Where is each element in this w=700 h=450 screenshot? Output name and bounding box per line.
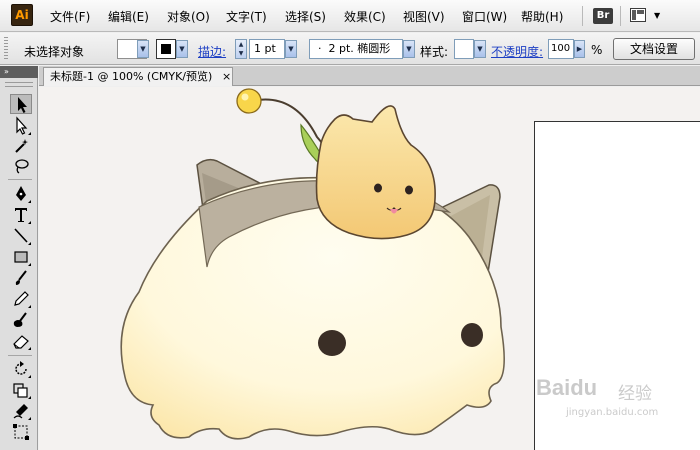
style-label: 样式: — [420, 45, 449, 59]
antenna-bulb — [236, 88, 262, 114]
opacity-arrow-button[interactable]: ▶ — [574, 40, 585, 58]
stroke-dropdown[interactable]: ▼ — [176, 40, 188, 58]
document-tab[interactable]: 未标题-1 @ 100% (CMYK/预览) × — [43, 67, 233, 86]
pen-icon[interactable] — [10, 184, 32, 204]
small-cat — [315, 105, 436, 240]
bridge-button[interactable]: Br — [593, 8, 613, 24]
blob-brush-icon[interactable] — [10, 310, 32, 330]
rectangle-icon[interactable] — [10, 247, 32, 267]
brush-dropdown[interactable]: ▼ — [403, 40, 415, 58]
menu-separator — [620, 6, 621, 26]
menu-separator — [582, 6, 583, 26]
tool-flyout-icon — [28, 263, 31, 266]
chevron-down-icon[interactable]: ▼ — [654, 11, 660, 20]
menu-window[interactable]: 窗口(W) — [462, 8, 507, 25]
menu-object[interactable]: 对象(O) — [167, 8, 210, 25]
tools-panel-collapse[interactable]: » — [0, 66, 38, 78]
stroke-weight-field[interactable]: 1 pt — [249, 39, 285, 59]
magic-wand-icon[interactable] — [10, 136, 32, 156]
opacity-field[interactable]: 100 — [548, 39, 574, 59]
creature-body — [120, 176, 505, 440]
rotate-icon[interactable] — [10, 359, 32, 379]
graphic-style-swatch[interactable] — [454, 39, 474, 59]
arrange-documents-icon[interactable] — [630, 8, 646, 22]
tools-panel-grip[interactable] — [5, 82, 33, 87]
tool-flyout-icon — [28, 347, 31, 350]
close-icon[interactable]: × — [222, 68, 231, 86]
document-setup-button[interactable]: 文档设置 — [613, 38, 695, 60]
menu-view[interactable]: 视图(V) — [403, 8, 445, 25]
fill-dropdown[interactable]: ▼ — [137, 40, 149, 58]
tools-panel: » — [0, 66, 38, 450]
tool-flyout-icon — [28, 242, 31, 245]
canvas[interactable]: Baidu 经验 jingyan.baidu.com — [39, 87, 700, 450]
watermark-url: jingyan.baidu.com — [566, 407, 659, 418]
stroke-weight-dropdown[interactable]: ▼ — [285, 40, 297, 58]
selection-status: 未选择对象 — [24, 45, 85, 59]
stroke-color-swatch[interactable] — [156, 39, 176, 59]
document-tab-strip: 未标题-1 @ 100% (CMYK/预览) × — [39, 66, 700, 86]
menu-effect[interactable]: 效果(C) — [344, 8, 386, 25]
panel-grip[interactable] — [4, 37, 8, 61]
menu-edit[interactable]: 编辑(E) — [108, 8, 149, 25]
tool-flyout-icon — [28, 396, 31, 399]
tool-flyout-icon — [28, 132, 31, 135]
selection-tool-icon[interactable] — [10, 94, 32, 114]
cat-right-eye — [405, 185, 413, 195]
cat-left-eye — [374, 183, 382, 193]
tool-flyout-icon — [28, 200, 31, 203]
lasso-icon[interactable] — [10, 156, 32, 176]
paintbrush-icon[interactable] — [10, 268, 32, 288]
tool-flyout-icon — [28, 375, 31, 378]
watermark-brand: Baidu — [536, 375, 598, 400]
opacity-unit: % — [591, 43, 603, 57]
free-transform-icon[interactable] — [10, 422, 32, 442]
tool-flyout-icon — [28, 417, 31, 420]
menu-bar: Ai 文件(F) 编辑(E) 对象(O) 文字(T) 选择(S) 效果(C) 视… — [0, 0, 700, 32]
stroke-link[interactable]: 描边: — [198, 43, 226, 60]
tool-flyout-icon — [28, 221, 31, 224]
line-icon[interactable] — [10, 226, 32, 246]
brush-dot-icon: · — [318, 42, 322, 55]
watermark-brand-cn: 经验 — [618, 384, 652, 404]
left-eye — [318, 330, 346, 356]
tool-separator — [8, 179, 32, 180]
brush-definition-label: 2 pt. 椭圆形 — [328, 42, 391, 55]
tool-flyout-icon — [28, 305, 31, 308]
document-tab-title: 未标题-1 @ 100% (CMYK/预览) — [50, 70, 213, 83]
brush-definition-field[interactable]: · 2 pt. 椭圆形 — [309, 39, 403, 59]
baidu-watermark: Baidu 经验 jingyan.baidu.com — [536, 373, 700, 433]
antenna-highlight — [241, 93, 249, 101]
right-eye — [461, 323, 483, 347]
type-icon[interactable] — [10, 205, 32, 225]
menu-file[interactable]: 文件(F) — [50, 8, 90, 25]
illustrator-logo: Ai — [11, 4, 33, 26]
warp-icon[interactable] — [10, 401, 32, 421]
eraser-icon[interactable] — [10, 331, 32, 351]
stroke-weight-spinner[interactable]: ▲ ▼ — [235, 39, 247, 59]
tool-separator — [8, 355, 32, 356]
style-dropdown[interactable]: ▼ — [474, 40, 486, 58]
control-bar: 未选择对象 ▼ ▼ 描边: ▲ ▼ 1 pt ▼ · 2 pt. 椭圆形 ▼ 样式… — [0, 33, 700, 65]
direct-selection-icon[interactable] — [10, 116, 32, 136]
scale-icon[interactable] — [10, 380, 32, 400]
menu-type[interactable]: 文字(T) — [226, 8, 267, 25]
menu-select[interactable]: 选择(S) — [285, 8, 326, 25]
opacity-link[interactable]: 不透明度: — [491, 43, 543, 60]
menu-help[interactable]: 帮助(H) — [521, 8, 563, 25]
pencil-icon[interactable] — [10, 289, 32, 309]
